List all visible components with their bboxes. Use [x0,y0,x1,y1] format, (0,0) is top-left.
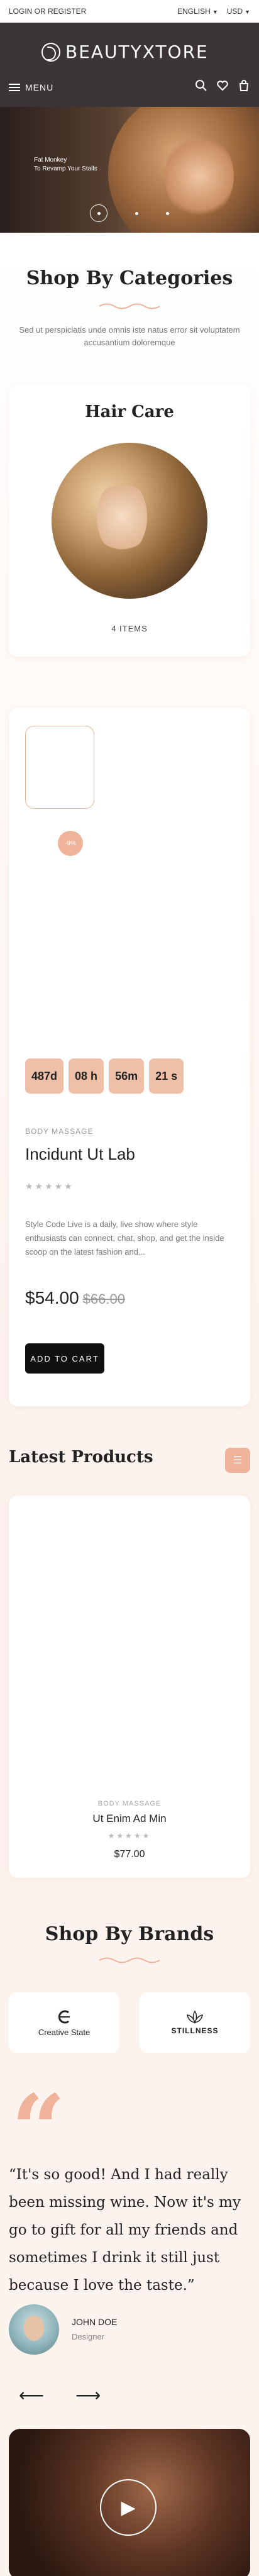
heart-icon[interactable] [216,79,229,95]
grid-icon: ☰ [233,1455,243,1466]
product-price: $54.00 $66.00 [25,1288,125,1308]
hero-slider[interactable]: Fat Monkey To Revamp Your Stalls [0,107,259,233]
latest-product-category: BODY MASSAGE [97,1800,162,1807]
lotus-icon [187,2010,203,2024]
menu-button[interactable]: MENU [9,82,53,92]
hero-text: Fat Monkey To Revamp Your Stalls [34,156,97,174]
slider-dot-3[interactable] [166,211,169,215]
creative-state-logo-icon [58,2010,70,2023]
hamburger-icon [9,83,20,91]
quote-icon: “ [11,2074,66,2185]
category-image [52,443,207,599]
category-card[interactable]: Hair Care 4 ITEMS [9,385,250,657]
timer-hours: 08 h [69,1058,104,1094]
menu-label: MENU [25,82,54,92]
cart-icon[interactable] [238,79,250,95]
currency-select[interactable]: USD ▼ [227,7,250,16]
product-description: Style Code Live is a daily, live show wh… [25,1219,224,1257]
play-icon[interactable]: ▶ [100,2479,157,2536]
timer-seconds: 21 s [149,1058,184,1094]
categories-subtitle: Sed ut perspiciatis unde omnis iste natu… [19,325,240,347]
add-to-cart-button[interactable]: ADD TO CART [25,1343,104,1374]
testimonial-role: Designer [72,2332,105,2341]
brands-title: Shop By Brands [45,1923,214,1945]
arrow-left-icon[interactable]: ⟵ [19,2385,44,2406]
testimonial-nav: ⟵ ⟶ [19,2385,101,2406]
top-bar: LOGIN OR REGISTER ENGLISH ▼ USD ▼ [0,0,259,23]
login-link[interactable]: LOGIN OR REGISTER [9,7,86,16]
timer-minutes: 56m [109,1058,145,1094]
current-price: $54.00 [25,1288,79,1307]
video-banner[interactable]: ▶ [9,2429,250,2576]
product-category: BODY MASSAGE [25,1127,94,1136]
header-icons [195,79,250,95]
language-select[interactable]: ENGLISH ▼ [177,7,218,16]
currency-label: USD [226,7,243,16]
brand-stillness[interactable]: STILLNESS [140,1992,250,2053]
testimonial-author: JOHN DOE [72,2317,118,2327]
timer-days: 487d [25,1058,64,1094]
category-title: Hair Care [85,402,174,421]
avatar [9,2304,59,2355]
product-name[interactable]: Incidunt Ut Lab [25,1145,135,1164]
latest-product-price: $77.00 [114,1849,145,1860]
old-price: $66.00 [82,1291,125,1307]
sale-badge: -9% [58,831,83,856]
hero-line-1: Fat Monkey [34,157,67,164]
header-nav: MENU [9,79,250,95]
logo[interactable]: BEAUTYXTORE [41,42,209,62]
chevron-down-icon: ▼ [245,9,250,15]
grid-toggle-button[interactable]: ☰ [225,1448,250,1473]
wave-divider-icon [99,1957,160,1963]
chevron-down-icon: ▼ [212,9,218,15]
slider-dot-2[interactable] [135,211,138,215]
latest-product-name[interactable]: Ut Enim Ad Min [9,1813,250,1825]
brand-name: Creative State [38,2027,91,2037]
categories-title: Shop By Categories [26,267,233,289]
deal-product-card: -9% 487d 08 h 56m 21 s BODY MASSAGE Inci… [9,708,250,1406]
arrow-right-icon[interactable]: ⟶ [75,2385,101,2406]
wave-divider-icon [99,303,160,309]
latest-products-title: Latest Products [9,1448,153,1467]
language-label: ENGLISH [177,7,211,16]
countdown-timer: 487d 08 h 56m 21 s [25,1058,184,1094]
brand-creative-state[interactable]: Creative State [9,1992,119,2053]
site-header: BEAUTYXTORE MENU [0,23,259,107]
product-thumbnail[interactable] [25,726,94,809]
product-rating: ★★★★★ [25,1181,74,1191]
hero-line-2: To Revamp Your Stalls [34,165,97,172]
latest-product-rating: ★★★★★ [107,1831,152,1840]
search-icon[interactable] [195,79,207,95]
testimonial-quote: “It's so good! And I had really been mis… [9,2167,241,2294]
slider-dot-1[interactable] [90,204,107,222]
latest-product-card[interactable]: BODY MASSAGE Ut Enim Ad Min ★★★★★ $77.00 [9,1496,250,1878]
slider-dots [0,204,259,222]
brand-name: STILLNESS [171,2026,219,2035]
logo-text: BEAUTYXTORE [65,42,209,62]
logo-mark-icon [41,42,60,62]
category-count: 4 ITEMS [111,624,148,633]
